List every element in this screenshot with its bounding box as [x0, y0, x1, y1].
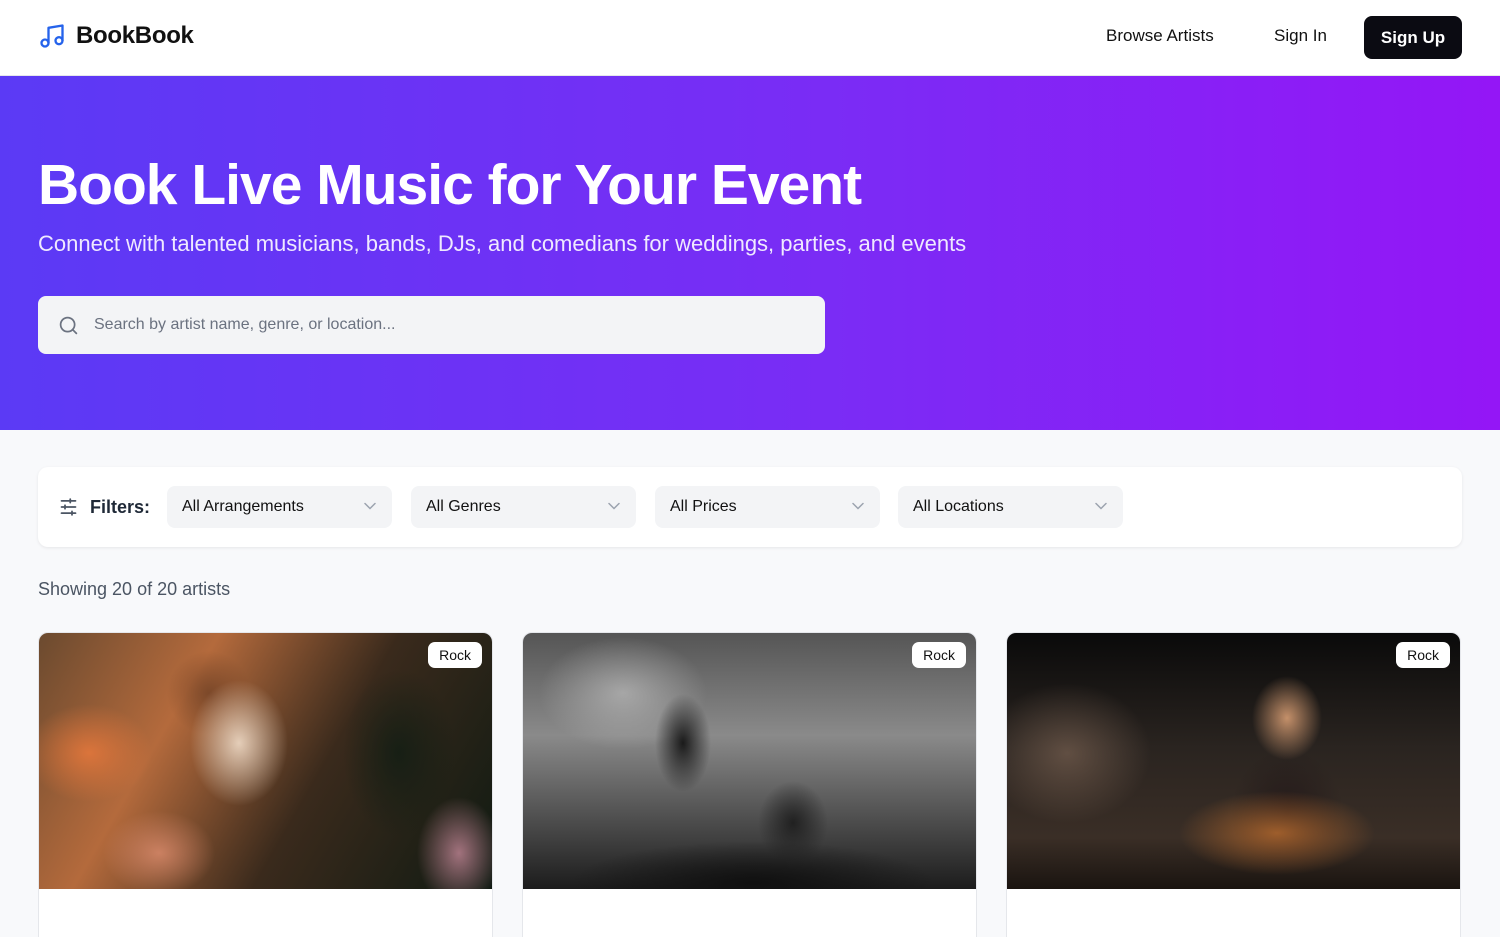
artist-photo: [1007, 633, 1460, 889]
browse-artists-link[interactable]: Browse Artists: [1106, 26, 1214, 46]
sign-in-link[interactable]: Sign In: [1274, 26, 1327, 46]
chevron-down-icon: [364, 502, 376, 510]
filters-label: Filters:: [90, 497, 151, 517]
artist-photo: [523, 633, 976, 889]
chevron-down-icon: [1095, 502, 1107, 510]
hero-section: Book Live Music for Your Event Connect w…: [0, 76, 1500, 430]
genre-select[interactable]: All Genres: [411, 486, 636, 528]
price-select-value: All Prices: [670, 498, 737, 515]
hero-title: Book Live Music for Your Event: [38, 153, 862, 217]
top-nav: BookBook Browse Artists Sign In Sign Up: [0, 0, 1500, 76]
genre-badge: Rock: [1396, 642, 1450, 668]
artist-card[interactable]: Rock: [1006, 632, 1461, 937]
search-input[interactable]: [94, 296, 814, 354]
sign-up-button[interactable]: Sign Up: [1364, 16, 1462, 59]
genre-badge: Rock: [428, 642, 482, 668]
genre-select-value: All Genres: [426, 498, 501, 515]
sliders-icon: [60, 498, 77, 516]
artist-photo: [39, 633, 492, 889]
hero-subtitle: Connect with talented musicians, bands, …: [38, 231, 967, 256]
artist-card[interactable]: Rock: [38, 632, 493, 937]
brand-logo-link[interactable]: BookBook: [38, 22, 194, 50]
chevron-down-icon: [608, 502, 620, 510]
results-count: Showing 20 of 20 artists: [38, 579, 231, 599]
filters-bar: Filters: All Arrangements All Genres All…: [38, 467, 1462, 547]
artist-card[interactable]: Rock: [522, 632, 977, 937]
music-note-icon: [40, 24, 64, 48]
brand-name: BookBook: [76, 22, 194, 49]
chevron-down-icon: [852, 502, 864, 510]
arrangement-select-value: All Arrangements: [182, 498, 304, 515]
genre-badge: Rock: [912, 642, 966, 668]
arrangement-select[interactable]: All Arrangements: [167, 486, 392, 528]
search-icon: [59, 316, 78, 335]
location-select-value: All Locations: [913, 498, 1004, 515]
location-select[interactable]: All Locations: [898, 486, 1123, 528]
search-box: [38, 296, 825, 354]
price-select[interactable]: All Prices: [655, 486, 880, 528]
